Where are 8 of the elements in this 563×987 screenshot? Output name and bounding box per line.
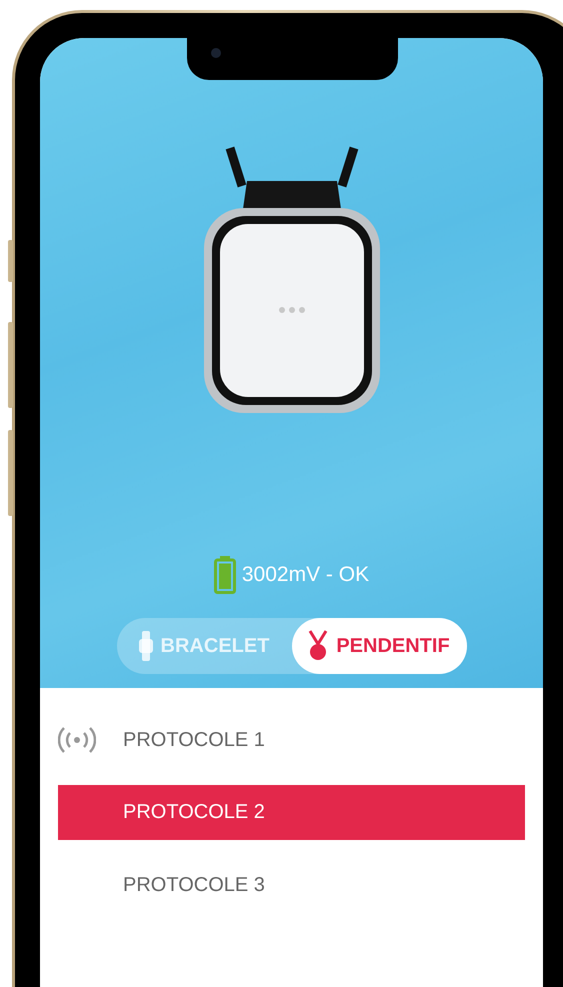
pendant-icon xyxy=(308,630,328,662)
protocol-item[interactable]: PROTOCOLE 2 xyxy=(58,785,525,840)
pendant-tab[interactable]: PENDENTIF xyxy=(292,618,466,674)
battery-reading: 3002mV - OK xyxy=(242,563,370,587)
protocol-item[interactable]: PROTOCOLE 1 xyxy=(58,704,525,776)
watch-icon xyxy=(138,631,153,661)
battery-icon xyxy=(214,556,236,594)
protocol-item[interactable]: PROTOCOLE 3 xyxy=(58,849,525,921)
